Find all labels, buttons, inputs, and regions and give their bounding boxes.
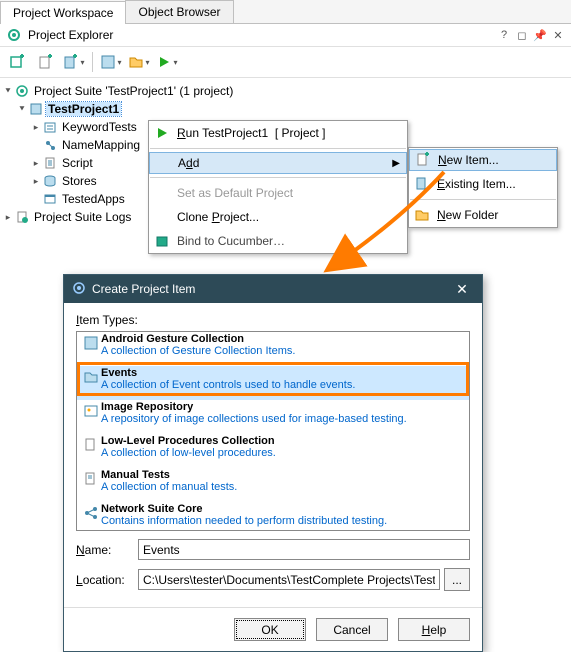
- list-item[interactable]: Manual TestsA collection of manual tests…: [77, 468, 469, 502]
- dialog-close-button[interactable]: ✕: [450, 281, 474, 298]
- panel-help-button[interactable]: ?: [497, 28, 511, 42]
- tree-item-label: KeywordTests: [60, 120, 139, 134]
- testedapps-icon: [42, 191, 58, 207]
- list-item[interactable]: Low-Level Procedures CollectionA collect…: [77, 434, 469, 468]
- submenu-existing-item[interactable]: Existing Item...: [409, 172, 557, 196]
- menu-add[interactable]: Add ▶: [149, 152, 407, 174]
- project-explorer-icon: [6, 27, 22, 43]
- expand-icon[interactable]: ▸: [30, 176, 42, 187]
- folder-icon: [413, 206, 431, 224]
- menu-more[interactable]: Bind to Cucumber…: [149, 229, 407, 253]
- main-tabs: Project Workspace Object Browser: [0, 0, 571, 24]
- item-types-list[interactable]: Android Gesture CollectionA collection o…: [76, 331, 470, 531]
- list-item[interactable]: Image RepositoryA repository of image co…: [77, 400, 469, 434]
- project-context-menu: Run TestProject1 [ Project ] Add ▶ Set a…: [148, 120, 408, 254]
- menu-set-default: Set as Default Project: [149, 181, 407, 205]
- list-item[interactable]: Network Suite CoreContains information n…: [77, 502, 469, 531]
- menu-separator: [410, 199, 556, 200]
- script-icon: [42, 155, 58, 171]
- submenu-arrow-icon: ▶: [392, 158, 400, 169]
- cancel-button[interactable]: Cancel: [316, 618, 388, 641]
- image-repo-icon: [81, 403, 101, 431]
- save-dropdown[interactable]: [99, 51, 123, 73]
- location-input[interactable]: [138, 569, 440, 590]
- tree-item-label: Stores: [60, 174, 99, 188]
- dialog-titlebar[interactable]: Create Project Item ✕: [64, 275, 482, 303]
- tab-project-workspace[interactable]: Project Workspace: [0, 1, 126, 24]
- namemapping-icon: [42, 137, 58, 153]
- submenu-new-folder[interactable]: New Folder: [409, 203, 557, 227]
- panel-dock-button[interactable]: ◻: [515, 28, 529, 42]
- location-label: Location:: [76, 573, 138, 587]
- run-dropdown[interactable]: [155, 51, 179, 73]
- tree-item-label: NameMapping: [60, 138, 142, 152]
- add-project-suite-button[interactable]: [6, 51, 30, 73]
- expand-icon[interactable]: ⯆: [16, 104, 28, 115]
- project-label: TestProject1: [46, 102, 121, 116]
- name-label: Name:: [76, 543, 138, 557]
- menu-separator: [150, 177, 406, 178]
- list-item-events[interactable]: EventsA collection of Event controls use…: [77, 366, 469, 400]
- panel-close-button[interactable]: ✕: [551, 28, 565, 42]
- manual-icon: [81, 471, 101, 499]
- stores-icon: [42, 173, 58, 189]
- menu-separator: [150, 148, 406, 149]
- network-icon: [81, 505, 101, 531]
- expand-icon[interactable]: ▸: [2, 212, 14, 223]
- tree-item-label: Script: [60, 156, 95, 170]
- bind-icon: [153, 232, 171, 250]
- tree-item-label: TestedApps: [60, 192, 127, 206]
- tree-project-suite[interactable]: ⯆ Project Suite 'TestProject1' (1 projec…: [2, 82, 571, 100]
- menu-run-project[interactable]: Run TestProject1 [ Project ]: [149, 121, 407, 145]
- dialog-icon: [72, 281, 86, 298]
- gesture-icon: [81, 335, 101, 363]
- events-icon: [81, 369, 101, 397]
- suite-icon: [14, 83, 30, 99]
- ok-button[interactable]: OK: [234, 618, 306, 641]
- menu-clone-project[interactable]: Clone Project...: [149, 205, 407, 229]
- lowlevel-icon: [81, 437, 101, 465]
- add-project-button[interactable]: [34, 51, 58, 73]
- tab-object-browser[interactable]: Object Browser: [125, 0, 233, 23]
- expand-icon[interactable]: ▸: [30, 158, 42, 169]
- name-input[interactable]: [138, 539, 470, 560]
- new-item-icon: [414, 151, 432, 169]
- expand-icon[interactable]: ⯆: [2, 86, 14, 97]
- list-item[interactable]: Android Gesture CollectionA collection o…: [77, 332, 469, 366]
- dialog-title-text: Create Project Item: [92, 282, 450, 296]
- submenu-new-item[interactable]: New Item...: [409, 149, 557, 171]
- run-icon: [153, 124, 171, 142]
- tree-project[interactable]: ⯆ TestProject1: [2, 100, 571, 118]
- suite-label: Project Suite 'TestProject1' (1 project): [32, 84, 235, 98]
- keywordtests-icon: [42, 119, 58, 135]
- panel-pin-button[interactable]: 📌: [533, 28, 547, 42]
- expand-icon[interactable]: ▸: [30, 122, 42, 133]
- tree-item-label: Project Suite Logs: [32, 210, 133, 224]
- project-explorer-header: Project Explorer ? ◻ 📌 ✕: [0, 24, 571, 47]
- item-types-label: Item Types:: [76, 313, 470, 327]
- folder-dropdown[interactable]: [127, 51, 151, 73]
- browse-button[interactable]: ...: [444, 568, 470, 591]
- help-button[interactable]: Help: [398, 618, 470, 641]
- add-item-dropdown[interactable]: [62, 51, 86, 73]
- create-project-item-dialog: Create Project Item ✕ Item Types: Androi…: [63, 274, 483, 652]
- logs-icon: [14, 209, 30, 225]
- existing-item-icon: [413, 175, 431, 193]
- add-submenu: New Item... Existing Item... New Folder: [408, 147, 558, 228]
- panel-title: Project Explorer: [28, 28, 493, 42]
- toolbar-separator: [92, 52, 93, 72]
- project-explorer-toolbar: [0, 47, 571, 78]
- project-icon: [28, 101, 44, 117]
